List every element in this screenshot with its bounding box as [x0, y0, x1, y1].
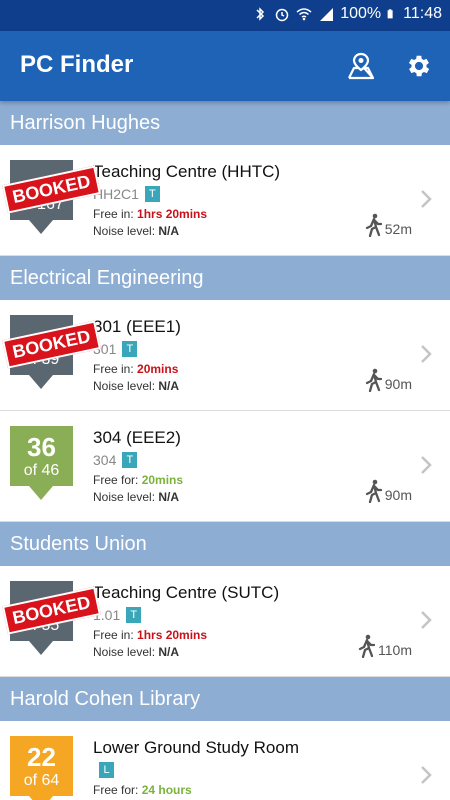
- room-name: Teaching Centre (HHTC): [93, 162, 281, 181]
- room-type-tag: L: [99, 762, 114, 778]
- room-list-item[interactable]: of 39BOOKED301 (EEE1)301TFree in: 20mins…: [0, 300, 450, 411]
- distance-value: 52m: [384, 221, 412, 237]
- map-pin-icon: [348, 52, 375, 80]
- chevron-right-icon: [421, 345, 432, 363]
- room-code-row: L: [93, 762, 114, 778]
- room-code: 304: [93, 452, 117, 468]
- free-value: 1hrs 20mins: [137, 207, 208, 221]
- distance-value: 90m: [384, 487, 412, 503]
- noise-level-row: Noise level: N/A: [93, 645, 179, 659]
- clock-text: 11:48: [403, 5, 442, 22]
- badge-pointer: [29, 641, 53, 655]
- section-header: Electrical Engineering: [0, 256, 450, 300]
- free-label: Free for:: [93, 473, 142, 487]
- chevron-right-icon: [421, 190, 432, 208]
- battery-text: 100%: [340, 5, 382, 22]
- free-time-row: Free in: 1hrs 20mins: [93, 628, 207, 642]
- total-count: of 64: [23, 772, 60, 789]
- room-list: Harrison Hughesof 167BOOKEDTeaching Cent…: [0, 101, 450, 800]
- distance: 90m: [365, 368, 412, 392]
- free-value: 20mins: [137, 362, 179, 376]
- wifi-icon: [296, 8, 312, 21]
- availability-badge: 36 of 46: [10, 426, 73, 500]
- section-header: Students Union: [0, 522, 450, 566]
- room-code-row: HH2C1 T: [93, 186, 160, 202]
- free-value: 1hrs 20mins: [137, 628, 208, 642]
- noise-level-row: Noise level: N/A: [93, 224, 179, 238]
- noise-label: Noise level:: [93, 490, 159, 504]
- distance-value: 110m: [378, 642, 412, 658]
- walking-person-icon: [365, 213, 382, 237]
- room-name: Lower Ground Study Room: [93, 738, 299, 757]
- map-button[interactable]: [344, 49, 378, 83]
- noise-value: N/A: [158, 379, 180, 393]
- room-name: 304 (EEE2): [93, 428, 181, 447]
- noise-level-row: Noise level: N/A: [93, 490, 179, 504]
- chevron-right-icon: [421, 456, 432, 474]
- distance-value: 90m: [384, 376, 412, 392]
- room-list-item[interactable]: 22 of 64 Lower Ground Study Room L Free for:…: [0, 721, 450, 800]
- availability-badge: 22 of 64: [10, 736, 73, 800]
- free-time-row: Free in: 20mins: [93, 362, 178, 376]
- room-list-item[interactable]: 36 of 46 304 (EEE2) 304 T Free for: 20mins Noi…: [0, 411, 450, 522]
- chevron-right-icon: [421, 766, 432, 784]
- noise-label: Noise level:: [93, 379, 159, 393]
- total-count: of 46: [23, 462, 60, 479]
- badge-pointer: [29, 486, 53, 500]
- alarm-icon: [275, 8, 289, 22]
- available-count: 22: [27, 742, 56, 772]
- free-label: Free in:: [93, 628, 138, 642]
- app-title: PC Finder: [20, 51, 134, 78]
- free-time-row: Free for: 20mins: [93, 473, 183, 487]
- room-code-row: 1.01 T: [93, 607, 142, 623]
- walking-person-icon: [358, 634, 376, 658]
- free-value: 20mins: [141, 473, 184, 487]
- distance: 90m: [365, 479, 412, 503]
- distance: 52m: [365, 213, 412, 237]
- noise-value: N/A: [158, 224, 180, 238]
- room-type-tag: T: [122, 341, 138, 357]
- room-code-row: 304 T: [93, 452, 138, 468]
- noise-value: N/A: [158, 645, 180, 659]
- free-label: Free in:: [93, 362, 138, 376]
- room-type-tag: T: [126, 607, 142, 623]
- section-header: Harrison Hughes: [0, 101, 450, 145]
- section-header: Harold Cohen Library: [0, 677, 450, 721]
- badge-pointer: [29, 220, 53, 234]
- distance: 110m: [358, 634, 412, 658]
- room-list-item[interactable]: of 55BOOKEDTeaching Centre (SUTC)1.01TFr…: [0, 566, 450, 677]
- signal-icon: [320, 8, 334, 21]
- noise-level-row: Noise level: N/A: [93, 379, 179, 393]
- noise-value: N/A: [158, 490, 180, 504]
- status-bar: 100% 11:48: [0, 0, 450, 31]
- bluetooth-icon: [256, 7, 265, 21]
- badge-pointer: [29, 796, 53, 800]
- room-name: Teaching Centre (SUTC): [93, 583, 280, 602]
- room-type-tag: T: [122, 452, 138, 468]
- free-time-row: Free for: 24 hours: [93, 783, 192, 797]
- battery-icon: [387, 9, 393, 19]
- settings-button[interactable]: [402, 49, 436, 83]
- status-icons: 100% 11:48: [252, 5, 442, 23]
- free-time-row: Free in: 1hrs 20mins: [93, 207, 207, 221]
- free-label: Free for:: [93, 783, 142, 797]
- available-count: 36: [27, 432, 56, 462]
- badge-pointer: [29, 375, 53, 389]
- free-label: Free in:: [93, 207, 138, 221]
- noise-label: Noise level:: [93, 224, 159, 238]
- free-value: 24 hours: [141, 783, 192, 797]
- app-bar: PC Finder: [0, 31, 450, 101]
- noise-label: Noise level:: [93, 645, 159, 659]
- gear-icon: [408, 55, 430, 77]
- room-type-tag: T: [144, 186, 160, 202]
- room-name: 301 (EEE1): [93, 317, 181, 336]
- chevron-right-icon: [421, 611, 432, 629]
- walking-person-icon: [365, 479, 382, 503]
- walking-person-icon: [365, 368, 382, 392]
- room-list-item[interactable]: of 167BOOKEDTeaching Centre (HHTC)HH2C1T…: [0, 145, 450, 256]
